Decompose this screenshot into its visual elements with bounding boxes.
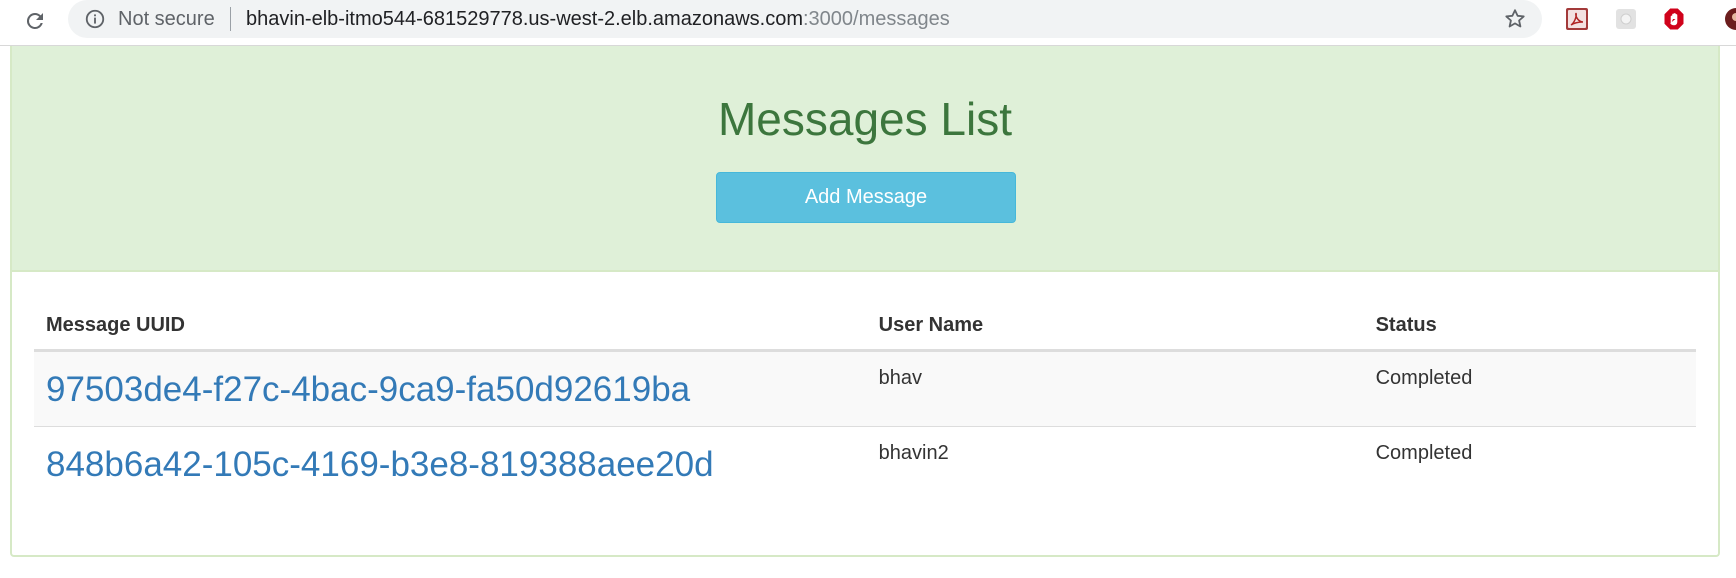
page-title: Messages List [717, 93, 1012, 145]
reload-icon[interactable] [20, 6, 50, 36]
page-panel: Messages List Add Message Message UUID U… [10, 46, 1720, 557]
url-text[interactable]: bhavin-elb-itmo544-681529778.us-west-2.e… [246, 8, 950, 31]
column-header-user-name: User Name [866, 300, 1364, 352]
adblock-stop-icon[interactable] [1662, 7, 1686, 31]
messages-table: Message UUID User Name Status 97503de4-f… [34, 300, 1696, 502]
table-row: 848b6a42-105c-4169-b3e8-819388aee20d bha… [34, 426, 1696, 502]
user-name-cell: bhav [866, 350, 1364, 427]
url-path: :3000/messages [802, 8, 950, 30]
message-uuid-link[interactable]: 97503de4-f27c-4bac-9ca9-fa50d92619ba [46, 370, 690, 410]
omnibox-divider [230, 7, 231, 31]
info-icon[interactable] [83, 7, 107, 31]
column-header-status: Status [1363, 300, 1696, 352]
uuid-cell: 97503de4-f27c-4bac-9ca9-fa50d92619ba [34, 350, 867, 427]
security-label: Not secure [118, 8, 215, 30]
page-header: Messages List Add Message [12, 46, 1718, 272]
status-text: Completed [1375, 366, 1473, 389]
uuid-cell: 848b6a42-105c-4169-b3e8-819388aee20d [34, 426, 867, 502]
status-text: Completed [1375, 441, 1473, 464]
user-name: bhav [878, 366, 923, 389]
user-name: bhavin2 [878, 441, 949, 464]
star-icon[interactable] [1502, 6, 1528, 32]
pdf-extension-icon[interactable] [1565, 7, 1589, 31]
status-cell: Completed [1364, 426, 1696, 502]
column-header-uuid: Message UUID [34, 300, 867, 352]
user-name-cell: bhavin2 [867, 426, 1364, 502]
extension-icon[interactable] [1614, 7, 1638, 31]
address-bar[interactable]: Not secure bhavin-elb-itmo544-681529778.… [68, 0, 1542, 38]
table-row: 97503de4-f27c-4bac-9ca9-fa50d92619ba bha… [34, 350, 1696, 427]
profile-avatar-icon[interactable] [1724, 7, 1736, 31]
url-host: bhavin-elb-itmo544-681529778.us-west-2.e… [246, 8, 803, 30]
browser-toolbar: Not secure bhavin-elb-itmo544-681529778.… [0, 0, 1736, 46]
status-cell: Completed [1363, 350, 1696, 427]
table-header-row: Message UUID User Name Status [34, 300, 1696, 352]
add-message-button[interactable]: Add Message [716, 172, 1016, 223]
message-uuid-link[interactable]: 848b6a42-105c-4169-b3e8-819388aee20d [46, 445, 714, 485]
